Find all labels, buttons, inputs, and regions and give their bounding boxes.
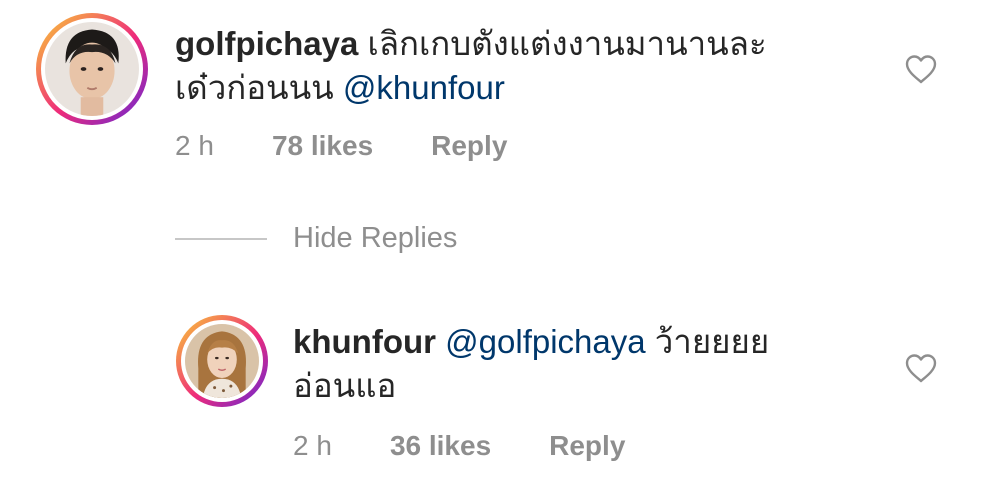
comment-mention[interactable]: @khunfour: [343, 69, 505, 106]
comment-body: เลิกเกบตังแต่งงานมานานละ: [367, 25, 767, 62]
avatar-golfpichaya[interactable]: [36, 13, 148, 125]
comment-body-line2: เด๋วก่อนนน: [175, 69, 334, 106]
reply-button[interactable]: Reply: [431, 130, 507, 162]
hide-replies-button[interactable]: Hide Replies: [175, 222, 457, 255]
heart-outline-icon[interactable]: [904, 353, 938, 383]
reply-username[interactable]: khunfour: [293, 323, 436, 360]
comment-meta: 2 h 78 likes Reply: [175, 130, 507, 162]
reply-body-line2: อ่อนแอ: [293, 367, 397, 404]
hide-replies-label: Hide Replies: [293, 222, 458, 254]
reply-mention[interactable]: @golfpichaya: [445, 323, 645, 360]
hide-replies-divider: [175, 237, 267, 240]
reply-timestamp: 2 h: [293, 430, 332, 461]
reply-likes-count[interactable]: 36 likes: [390, 430, 491, 462]
reply-button[interactable]: Reply: [549, 430, 625, 462]
comment-likes-count[interactable]: 78 likes: [272, 130, 373, 162]
comment-timestamp: 2 h: [175, 130, 214, 161]
avatar-khunfour[interactable]: [176, 315, 268, 407]
reply-text: khunfour @golfpichaya ว้ายยยย อ่อนแอ: [293, 320, 769, 408]
reply-body: ว้ายยยย: [654, 323, 770, 360]
avatar-photo-man: [45, 22, 139, 116]
comment-text: golfpichaya เลิกเกบตังแต่งงานมานานละ เด๋…: [175, 22, 767, 110]
reply-meta: 2 h 36 likes Reply: [293, 430, 625, 462]
comment-username[interactable]: golfpichaya: [175, 25, 358, 62]
heart-outline-icon[interactable]: [904, 54, 938, 84]
avatar-photo-woman: [185, 324, 259, 398]
